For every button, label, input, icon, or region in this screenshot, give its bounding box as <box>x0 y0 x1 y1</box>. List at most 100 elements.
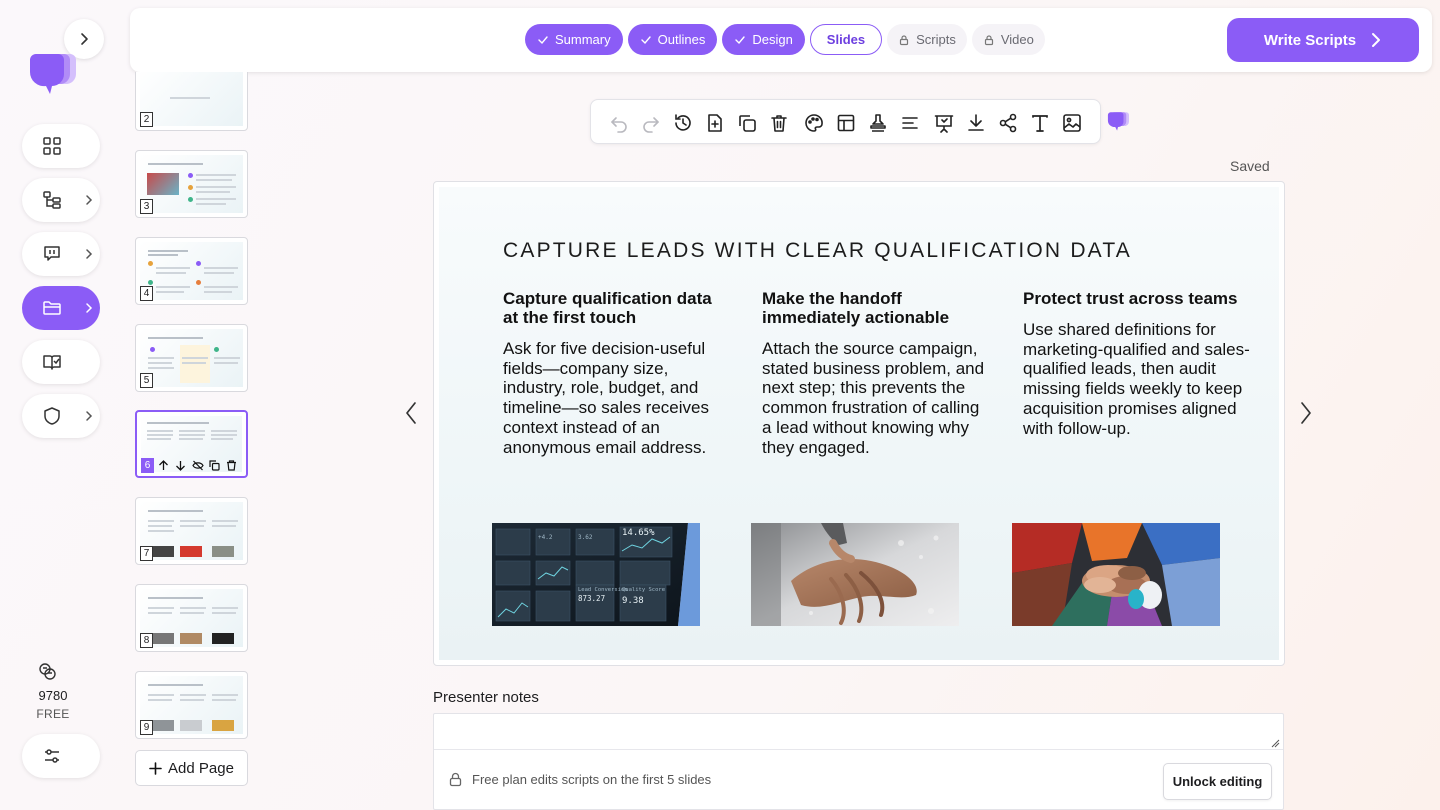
check-icon <box>735 35 746 44</box>
team-hands-stack-photo[interactable] <box>1012 523 1220 626</box>
presenter-notes-input[interactable] <box>434 714 1283 750</box>
stamp-icon[interactable] <box>867 112 889 134</box>
add-page-button[interactable]: Add Page <box>135 750 248 786</box>
sidebar-item-dashboard[interactable] <box>22 124 100 168</box>
step-label: Design <box>752 32 793 47</box>
text-icon[interactable] <box>1029 112 1051 134</box>
present-icon[interactable] <box>933 112 955 134</box>
dashboard-screen-photo[interactable]: 14.65% 3.62 +4.2 Lead Conversion 873.27 … <box>492 523 700 626</box>
chevron-right-icon <box>1372 33 1381 47</box>
undo-icon[interactable] <box>608 112 630 134</box>
lock-notice-text: Free plan edits scripts on the first 5 s… <box>472 772 712 787</box>
coins-icon <box>37 662 84 682</box>
sidebar-item-library[interactable] <box>22 340 100 384</box>
add-page-label: Add Page <box>168 759 234 777</box>
history-icon[interactable] <box>672 112 694 134</box>
share-icon[interactable] <box>997 112 1019 134</box>
sidebar-item-security[interactable] <box>22 394 100 438</box>
palette-icon[interactable] <box>803 112 825 134</box>
slide-number: 7 <box>140 546 153 561</box>
image-icon[interactable] <box>1061 112 1083 134</box>
slide-number: 8 <box>140 633 153 648</box>
presenter-notes-label: Presenter notes <box>433 689 539 706</box>
tree-icon <box>42 190 62 210</box>
hide-icon[interactable] <box>190 458 205 472</box>
slide-title[interactable]: CAPTURE LEADS WITH CLEAR QUALIFICATION D… <box>503 239 1132 263</box>
slide-thumbnail-selected[interactable]: 6 <box>135 410 248 478</box>
check-icon <box>640 35 651 44</box>
step-label: Scripts <box>916 32 956 47</box>
slide-thumbnail[interactable]: 9 <box>135 671 248 739</box>
photo-text-value: 873.27 <box>578 594 605 603</box>
plan-label: FREE <box>36 707 70 721</box>
step-label: Slides <box>826 32 866 47</box>
column-heading[interactable]: Make the handoff immediately actionable <box>762 289 990 327</box>
slide-thumbnail[interactable]: 2 <box>135 72 248 131</box>
sidebar-item-outline[interactable] <box>22 178 100 222</box>
step-outlines[interactable]: Outlines <box>627 24 718 55</box>
credits-count: 9780 <box>38 688 68 703</box>
book-check-icon <box>42 352 62 372</box>
delete-icon[interactable] <box>768 112 790 134</box>
photo-text-label: Lead Conversion <box>578 587 628 593</box>
chevron-right-icon <box>81 33 88 45</box>
slide-toolbar <box>590 99 1101 144</box>
slide-canvas[interactable]: CAPTURE LEADS WITH CLEAR QUALIFICATION D… <box>433 181 1285 666</box>
top-bar: Summary Outlines Design Slides Scripts V… <box>130 8 1432 72</box>
delete-icon[interactable] <box>224 458 239 472</box>
column-heading[interactable]: Protect trust across teams <box>1023 289 1251 308</box>
next-slide-button[interactable] <box>1298 400 1314 426</box>
step-scripts[interactable]: Scripts <box>887 24 967 55</box>
column-body[interactable]: Use shared definitions for marketing-qua… <box>1023 320 1251 438</box>
chevron-right-icon <box>1301 402 1311 424</box>
grid-icon <box>42 136 62 156</box>
hands-working-photo[interactable] <box>751 523 959 626</box>
settings-button[interactable] <box>22 734 100 778</box>
resize-handle-icon[interactable] <box>1271 739 1280 748</box>
duplicate-icon[interactable] <box>736 112 758 134</box>
slide-thumbnail[interactable]: 4 <box>135 237 248 305</box>
slide-thumbnail-list[interactable]: 2 3 4 5 6 7 8 9 <box>134 72 250 744</box>
slide-column: Protect trust across teams Use shared de… <box>1023 289 1251 438</box>
step-design[interactable]: Design <box>722 24 805 55</box>
layout-icon[interactable] <box>835 112 857 134</box>
slide-thumbnail[interactable]: 3 <box>135 150 248 218</box>
ai-assistant-icon[interactable] <box>1107 110 1129 132</box>
step-label: Video <box>1000 32 1034 47</box>
photo-text-small: 3.62 <box>578 534 593 541</box>
presenter-notes-panel: Free plan edits scripts on the first 5 s… <box>433 713 1284 810</box>
slide-thumbnail[interactable]: 5 <box>135 324 248 392</box>
slide[interactable]: CAPTURE LEADS WITH CLEAR QUALIFICATION D… <box>439 187 1279 660</box>
add-slide-icon[interactable] <box>704 112 726 134</box>
align-icon[interactable] <box>899 112 921 134</box>
slide-column: Make the handoff immediately actionable … <box>762 289 990 457</box>
previous-slide-button[interactable] <box>403 400 419 426</box>
move-up-icon[interactable] <box>156 458 171 472</box>
sidebar-item-projects[interactable] <box>22 286 100 330</box>
chevron-right-icon <box>82 301 96 315</box>
sliders-icon <box>42 746 62 766</box>
photo-text-percent: 14.65% <box>622 528 655 538</box>
slide-thumbnail[interactable]: 8 <box>135 584 248 652</box>
chevron-left-icon <box>406 402 416 424</box>
app-logo <box>28 50 76 96</box>
write-scripts-button[interactable]: Write Scripts <box>1227 18 1419 62</box>
photo-text-small: +4.2 <box>538 534 553 541</box>
column-heading[interactable]: Capture qualification data at the first … <box>503 289 731 327</box>
move-down-icon[interactable] <box>173 458 188 472</box>
column-body[interactable]: Attach the source campaign, stated busin… <box>762 339 990 457</box>
duplicate-icon[interactable] <box>207 458 222 472</box>
redo-icon[interactable] <box>640 112 662 134</box>
download-icon[interactable] <box>965 112 987 134</box>
slide-thumbnail[interactable]: 7 <box>135 497 248 565</box>
unlock-editing-button[interactable]: Unlock editing <box>1163 763 1272 800</box>
step-label: Summary <box>555 32 611 47</box>
slide-number: 2 <box>140 112 153 127</box>
step-video[interactable]: Video <box>971 24 1045 55</box>
step-label: Outlines <box>657 32 706 47</box>
workflow-steps: Summary Outlines Design Slides Scripts V… <box>525 24 1045 55</box>
step-slides[interactable]: Slides <box>809 24 883 55</box>
column-body[interactable]: Ask for five decision-useful fields—comp… <box>503 339 731 457</box>
sidebar-item-chat[interactable] <box>22 232 100 276</box>
step-summary[interactable]: Summary <box>525 24 623 55</box>
